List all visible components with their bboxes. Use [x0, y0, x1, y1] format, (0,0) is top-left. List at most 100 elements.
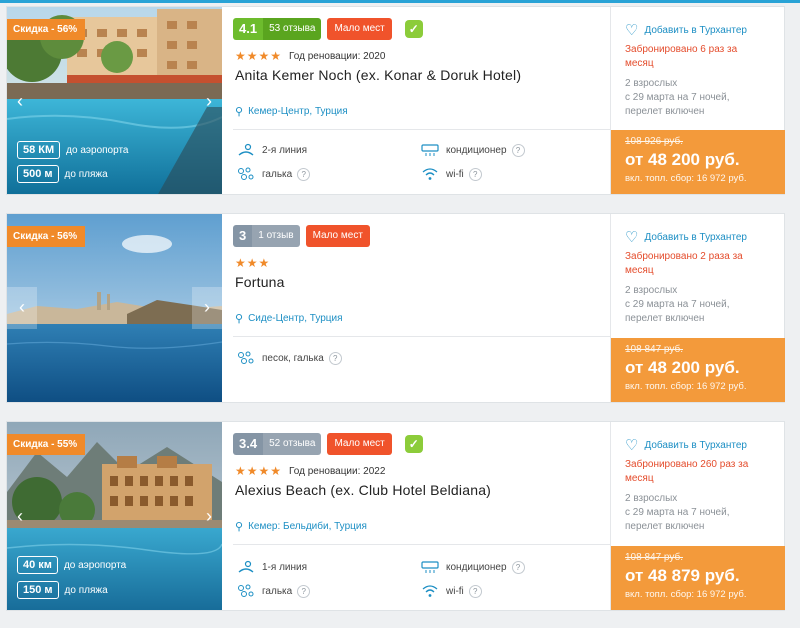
add-to-favorites-button[interactable]: ♡ Добавить в Турхантер [625, 21, 747, 39]
hotel-photo[interactable]: Скидка - 55% ‹ › 40 км до аэропорта 150 … [7, 422, 222, 610]
help-icon[interactable]: ? [297, 167, 311, 181]
price-button[interactable]: 108 847 руб. от 48 200 руб. вкл. топл. с… [611, 338, 785, 402]
hotel-info: 3 1 отзыв Мало мест ★★★ Fortuna ⚲ Сиде-Ц… [233, 214, 611, 402]
help-icon[interactable]: ? [511, 143, 525, 157]
rating-value: 3 [233, 225, 253, 247]
favorite-label: Добавить в Турхантер [644, 439, 747, 451]
reviews-count: 53 отзыва [263, 18, 322, 40]
pebbles-icon [238, 351, 254, 364]
airport-distance: 40 км до аэропорта [17, 556, 126, 574]
photo-next-button[interactable]: › [198, 496, 220, 536]
airport-distance: 58 КМ до аэропорта [17, 141, 128, 159]
heart-icon: ♡ [625, 437, 639, 454]
feature-wifi: wi-fi ? [421, 167, 482, 181]
feature-label: 2-я линия [262, 144, 308, 156]
hotel-photo[interactable]: Скидка - 56% ‹ › 58 КМ до аэропорта 500 … [7, 7, 222, 194]
few-places-badge: Мало мест [305, 225, 370, 247]
hotel-info: 3.4 52 отзыва Мало мест ✓ ★★★★ Год ренов… [233, 422, 611, 610]
discount-badge: Скидка - 56% [7, 226, 86, 247]
divider [233, 129, 611, 130]
stars-row: ★★★★ Год реновации: 2022 [235, 464, 385, 478]
photo-prev-button[interactable]: ‹ [7, 287, 37, 329]
current-price: от 48 200 руб. [625, 150, 740, 169]
rating-value: 3.4 [233, 433, 264, 455]
beach-distance-label: до пляжа [64, 168, 108, 180]
location-label: Кемер-Центр, Турция [248, 106, 348, 117]
badges-row: 3.4 52 отзыва Мало мест ✓ [233, 433, 423, 455]
feature-beach-type: песок, галька ? [237, 351, 342, 365]
airport-distance-value: 40 км [17, 556, 58, 574]
airport-distance-label: до аэропорта [66, 144, 129, 156]
help-icon[interactable]: ? [468, 167, 482, 181]
photo-next-button[interactable]: › [192, 287, 222, 329]
beach-distance: 500 м до пляжа [17, 165, 108, 183]
heart-icon: ♡ [625, 22, 639, 39]
heart-icon: ♡ [625, 229, 639, 246]
price-button[interactable]: 108 847 руб. от 48 879 руб. вкл. топл. с… [611, 546, 785, 610]
tour-details: 2 взрослых с 29 марта на 7 ночей, переле… [625, 285, 730, 324]
price-panel: ♡ Добавить в Турхантер Забронировано 6 р… [610, 7, 785, 194]
stars-row: ★★★ [235, 256, 272, 270]
tour-details: 2 взрослых с 29 марта на 7 ночей, переле… [625, 78, 730, 117]
star-rating-icon: ★★★★ [235, 464, 283, 478]
discount-badge: Скидка - 55% [7, 434, 86, 455]
photo-prev-button[interactable]: ‹ [9, 81, 31, 121]
add-to-favorites-button[interactable]: ♡ Добавить в Турхантер [625, 228, 747, 246]
help-icon[interactable]: ? [468, 584, 482, 598]
photo-next-button[interactable]: › [198, 81, 220, 121]
photo-prev-button[interactable]: ‹ [9, 496, 31, 536]
hotel-info: 4.1 53 отзыва Мало мест ✓ ★★★★ Год ренов… [233, 7, 611, 194]
hotel-card[interactable]: Скидка - 55% ‹ › 40 км до аэропорта 150 … [6, 421, 785, 611]
feature-wifi: wi-fi ? [421, 584, 482, 598]
hotel-name[interactable]: Alexius Beach (ex. Club Hotel Beldiana) [235, 482, 491, 498]
rating-badge[interactable]: 4.1 53 отзыва [233, 18, 322, 40]
current-price: от 48 200 руб. [625, 358, 740, 377]
help-icon[interactable]: ? [297, 584, 311, 598]
airport-distance-value: 58 КМ [17, 141, 61, 159]
location-pin-icon: ⚲ [235, 106, 244, 118]
add-to-favorites-button[interactable]: ♡ Добавить в Турхантер [625, 436, 747, 454]
feature-label: кондиционер [446, 144, 507, 156]
help-icon[interactable]: ? [511, 560, 525, 574]
divider [233, 544, 611, 545]
air-conditioner-icon [421, 144, 439, 156]
feature-line: 1-я линия [237, 560, 307, 574]
beach-line-icon [238, 560, 254, 573]
location-label: Сиде-Центр, Турция [248, 313, 343, 324]
badges-row: 3 1 отзыв Мало мест [233, 225, 370, 247]
fuel-fee: вкл. топл. сбор: 16 972 руб. [625, 381, 747, 392]
fuel-fee: вкл. топл. сбор: 16 972 руб. [625, 589, 747, 600]
beach-distance-value: 500 м [17, 165, 59, 183]
beach-distance-label: до пляжа [64, 584, 108, 596]
price-panel: ♡ Добавить в Турхантер Забронировано 260… [610, 422, 785, 610]
check-icon: ✓ [404, 20, 423, 38]
feature-label: 1-я линия [262, 561, 308, 573]
location-pin-icon: ⚲ [235, 521, 244, 533]
beach-distance: 150 м до пляжа [17, 581, 108, 599]
feature-ac: кондиционер ? [421, 560, 525, 574]
old-price: 108 847 руб. [625, 552, 683, 563]
booked-count: Забронировано 6 раз за месяц [625, 44, 738, 69]
renovation-year: Год реновации: 2022 [289, 465, 386, 477]
feature-ac: кондиционер ? [421, 143, 525, 157]
booked-count: Забронировано 2 раза за месяц [625, 251, 743, 276]
hotel-name[interactable]: Anita Kemer Noch (ex. Konar & Doruk Hote… [235, 67, 521, 83]
reviews-count: 52 отзыва [263, 433, 322, 455]
hotel-location[interactable]: ⚲ Сиде-Центр, Турция [235, 312, 343, 325]
rating-badge[interactable]: 3.4 52 отзыва [233, 433, 322, 455]
feature-label: wi-fi [446, 168, 464, 180]
hotel-card[interactable]: Скидка - 56% ‹ › 58 КМ до аэропорта 500 … [6, 6, 785, 195]
help-icon[interactable]: ? [328, 351, 342, 365]
rating-badge[interactable]: 3 1 отзыв [233, 225, 300, 247]
hotel-photo[interactable]: Скидка - 56% ‹ › [7, 214, 222, 402]
top-accent-line [0, 0, 800, 3]
price-button[interactable]: 108 926 руб. от 48 200 руб. вкл. топл. с… [611, 130, 785, 194]
hotel-name[interactable]: Fortuna [235, 274, 285, 290]
divider [233, 336, 611, 337]
hotel-card[interactable]: Скидка - 56% ‹ › 3 1 отзыв Мало мест ★★★… [6, 213, 785, 403]
hotel-location[interactable]: ⚲ Кемер-Центр, Турция [235, 105, 348, 118]
current-price: от 48 879 руб. [625, 566, 740, 585]
hotel-location[interactable]: ⚲ Кемер: Бельдиби, Турция [235, 520, 367, 533]
favorite-label: Добавить в Турхантер [644, 231, 747, 243]
check-icon: ✓ [404, 435, 423, 453]
